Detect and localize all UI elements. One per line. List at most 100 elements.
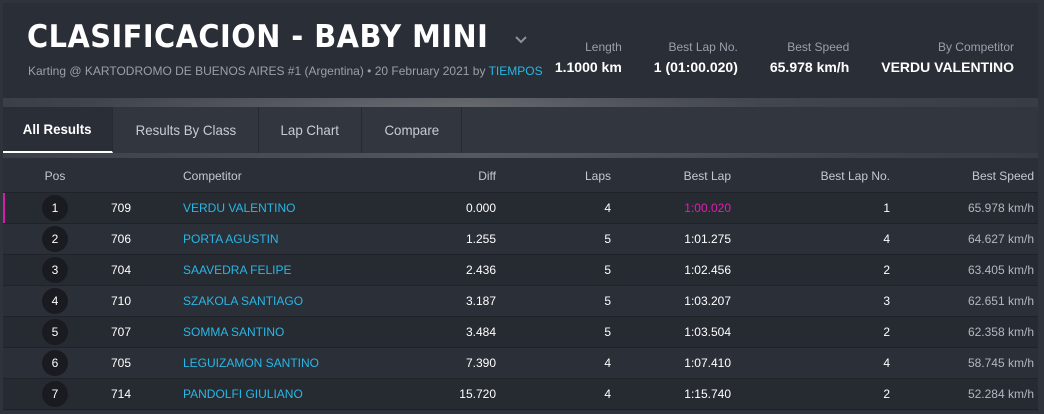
table-row[interactable]: 3 704 SAAVEDRA FELIPE 2.436 5 1:02.456 2… (3, 255, 1038, 286)
tab-lap-chart[interactable]: Lap Chart (259, 107, 362, 153)
header-competitor: Competitor (183, 169, 242, 183)
diff-value: 3.187 (465, 294, 496, 308)
pos-cell: 4 (3, 288, 107, 314)
event-details: Karting @ KARTODROMO DE BUENOS AIRES #1 … (28, 64, 486, 78)
best-lap-no-value: 1 (883, 201, 890, 215)
position-badge: 2 (42, 226, 68, 252)
diff-value: 7.390 (465, 356, 496, 370)
pos-cell: 3 (3, 257, 107, 283)
stat-best-speed: Best Speed 65.978 km/h (770, 39, 849, 77)
kart-number: 710 (111, 294, 132, 308)
stat-label: Length (585, 40, 622, 54)
diff-value: 1.255 (465, 232, 496, 246)
competitor-link[interactable]: PORTA AGUSTIN (183, 232, 423, 246)
position-badge: 7 (42, 381, 68, 407)
diff-value: 15.720 (459, 387, 496, 401)
stat-value: 1.1000 km (554, 59, 622, 75)
tab-label: Lap Chart (280, 122, 340, 138)
title-row: CLASIFICACION - BABY MINI (27, 19, 529, 55)
tab-all-results[interactable]: All Results (3, 107, 113, 153)
kart-number: 704 (111, 263, 132, 277)
laps-value: 5 (604, 294, 611, 308)
event-subtitle: Karting @ KARTODROMO DE BUENOS AIRES #1 … (28, 63, 548, 79)
competitor-link[interactable]: SOMMA SANTINO (183, 325, 423, 339)
stat-value: 1 (01:00.020) (653, 59, 738, 75)
competitor-link[interactable]: LEGUIZAMON SANTINO (183, 356, 423, 370)
competitor-link[interactable]: SAAVEDRA FELIPE (183, 263, 423, 277)
pos-cell: 1 (3, 195, 107, 221)
best-lap-no-value: 4 (883, 232, 890, 246)
stat-by-competitor: By Competitor VERDU VALENTINO (881, 39, 1014, 77)
page-title: CLASIFICACION - BABY MINI (27, 19, 489, 55)
laps-value: 5 (604, 325, 611, 339)
stats-summary: Length 1.1000 km Best Lap No. 1 (01:00.0… (523, 39, 1014, 77)
tab-label: Results By Class (135, 122, 236, 138)
best-lap-value: 1:03.207 (684, 294, 731, 308)
tab-label: All Results (23, 121, 92, 137)
header-diff: Diff (478, 169, 496, 183)
best-lap-no-value: 2 (883, 263, 890, 277)
table-row[interactable]: 1 709 VERDU VALENTINO 0.000 4 1:00.020 1… (3, 193, 1038, 224)
diff-value: 0.000 (465, 201, 496, 215)
results-tabs: All Results Results By Class Lap Chart C… (3, 107, 1038, 153)
best-lap-value: 1:15.740 (684, 387, 731, 401)
position-badge: 6 (42, 350, 68, 376)
results-table: Pos Competitor Diff Laps Best Lap Best L… (3, 160, 1038, 410)
event-header: CLASIFICACION - BABY MINI Karting @ KART… (3, 3, 1038, 98)
best-lap-value: 1:02.456 (684, 263, 731, 277)
position-badge: 3 (42, 257, 68, 283)
kart-number: 705 (111, 356, 132, 370)
kart-number: 706 (111, 232, 132, 246)
best-speed-value: 62.651 km/h (967, 294, 1034, 308)
stat-label: Best Lap No. (668, 40, 738, 54)
pos-cell: 6 (3, 350, 107, 376)
table-header: Pos Competitor Diff Laps Best Lap Best L… (3, 160, 1038, 193)
diff-value: 3.484 (465, 325, 496, 339)
best-speed-value: 64.627 km/h (967, 232, 1034, 246)
header-best-speed: Best Speed (971, 169, 1034, 183)
best-lap-value: 1:01.275 (684, 232, 731, 246)
best-lap-no-value: 2 (883, 325, 890, 339)
competitor-link[interactable]: VERDU VALENTINO (183, 201, 423, 215)
table-row[interactable]: 2 706 PORTA AGUSTIN 1.255 5 1:01.275 4 6… (3, 224, 1038, 255)
stat-value: VERDU VALENTINO (881, 59, 1014, 75)
best-lap-value: 1:03.504 (684, 325, 731, 339)
kart-number: 707 (111, 325, 132, 339)
laps-value: 5 (604, 232, 611, 246)
pos-cell: 2 (3, 226, 107, 252)
best-speed-value: 62.358 km/h (967, 325, 1034, 339)
best-speed-value: 63.405 km/h (967, 263, 1034, 277)
tab-results-by-class[interactable]: Results By Class (113, 107, 259, 153)
header-best-lap: Best Lap (683, 169, 731, 183)
position-badge: 1 (42, 195, 68, 221)
best-lap-no-value: 2 (883, 387, 890, 401)
stat-length: Length 1.1000 km (555, 39, 622, 77)
laps-value: 4 (604, 201, 611, 215)
laps-value: 4 (604, 356, 611, 370)
position-badge: 5 (42, 319, 68, 345)
header-pos: Pos (44, 169, 66, 183)
best-lap-value: 1:00.020 (684, 201, 731, 215)
results-page: CLASIFICACION - BABY MINI Karting @ KART… (3, 3, 1038, 411)
best-lap-value: 1:07.410 (684, 356, 731, 370)
table-row[interactable]: 7 714 PANDOLFI GIULIANO 15.720 4 1:15.74… (3, 379, 1038, 410)
table-row[interactable]: 5 707 SOMMA SANTINO 3.484 5 1:03.504 2 6… (3, 317, 1038, 348)
table-row[interactable]: 6 705 LEGUIZAMON SANTINO 7.390 4 1:07.41… (3, 348, 1038, 379)
stat-value: 65.978 km/h (769, 59, 850, 75)
laps-value: 4 (604, 387, 611, 401)
header-best-lap-no: Best Lap No. (820, 169, 890, 183)
best-speed-value: 65.978 km/h (967, 201, 1034, 215)
table-row[interactable]: 4 710 SZAKOLA SANTIAGO 3.187 5 1:03.207 … (3, 286, 1038, 317)
stat-label: Best Speed (787, 40, 850, 54)
stat-label: By Competitor (937, 40, 1014, 54)
competitor-link[interactable]: PANDOLFI GIULIANO (183, 387, 423, 401)
tab-label: Compare (384, 122, 439, 138)
laps-value: 5 (604, 263, 611, 277)
competitor-link[interactable]: SZAKOLA SANTIAGO (183, 294, 423, 308)
tab-compare[interactable]: Compare (362, 107, 462, 153)
header-laps: Laps (584, 169, 611, 183)
pos-cell: 5 (3, 319, 107, 345)
stat-best-lap-no: Best Lap No. 1 (01:00.020) (654, 39, 738, 77)
position-badge: 4 (42, 288, 68, 314)
best-lap-no-value: 4 (883, 356, 890, 370)
